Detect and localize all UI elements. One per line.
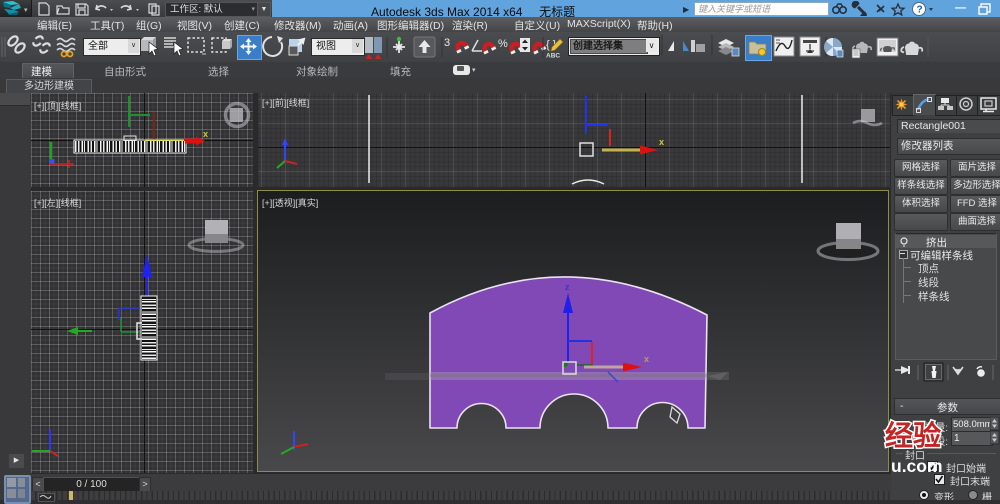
svg-text:x: x: [203, 129, 208, 139]
svg-text:%: %: [498, 38, 508, 50]
svg-text:经验: 经验: [885, 419, 941, 451]
svg-text:u.com: u.com: [891, 456, 943, 476]
svg-text:z: z: [565, 282, 570, 292]
svg-text:?: ?: [917, 5, 923, 16]
svg-text:x: x: [659, 137, 664, 147]
svg-text:ABC: ABC: [546, 53, 560, 60]
svg-text:3: 3: [444, 37, 450, 49]
svg-text:x: x: [644, 354, 649, 364]
